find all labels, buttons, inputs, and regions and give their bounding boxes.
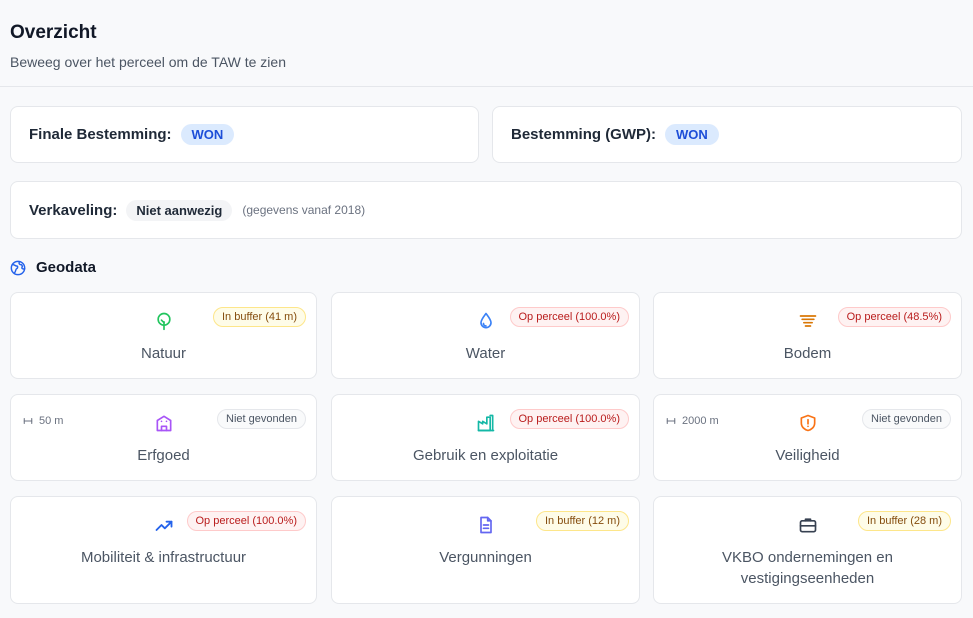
- tile-bodem[interactable]: Op perceel (48.5%) Bodem: [653, 292, 962, 379]
- status-badge: Niet gevonden: [217, 409, 306, 429]
- gwp-bestemming-label: Bestemming (GWP):: [511, 126, 657, 143]
- document-icon: [479, 516, 492, 534]
- tile-vkbo[interactable]: In buffer (28 m) VKBO ondernemingen en v…: [653, 496, 962, 604]
- distance-value: 2000 m: [682, 415, 719, 427]
- overview-header: Overzicht Beweeg over het perceel om de …: [10, 22, 286, 70]
- tile-label: Water: [465, 345, 506, 362]
- status-badge: In buffer (41 m): [213, 307, 306, 327]
- shield-alert-icon: [800, 414, 815, 432]
- tile-erfgoed[interactable]: 50 m Niet gevonden Erfgoed: [10, 394, 317, 481]
- tile-natuur[interactable]: In buffer (41 m) Natuur: [10, 292, 317, 379]
- trending-up-icon: [155, 520, 172, 531]
- distance-value: 50 m: [39, 415, 64, 427]
- distance-indicator: 50 m: [23, 415, 63, 427]
- tile-veiligheid[interactable]: 2000 m Niet gevonden Veiligheid: [653, 394, 962, 481]
- finale-bestemming-badge: WON: [180, 124, 235, 145]
- gwp-bestemming-badge: WON: [665, 124, 719, 145]
- layers-icon: [799, 315, 816, 327]
- tile-label: Erfgoed: [137, 447, 190, 464]
- tile-label: Gebruik en exploitatie: [412, 447, 559, 464]
- page-subtitle: Beweeg over het perceel om de TAW te zie…: [10, 54, 286, 70]
- ruler-icon: [23, 417, 33, 425]
- briefcase-icon: [799, 518, 816, 533]
- factory-icon: [477, 414, 494, 432]
- ruler-icon: [666, 417, 676, 425]
- tile-label: Vergunningen: [439, 549, 532, 566]
- globe-icon: [10, 260, 26, 275]
- status-badge: In buffer (12 m): [536, 511, 629, 531]
- verkaveling-note: (gegevens vanaf 2018): [242, 203, 366, 217]
- status-badge: Niet gevonden: [862, 409, 951, 429]
- tile-gebruik-exploitatie[interactable]: Op perceel (100.0%) Gebruik en exploitat…: [331, 394, 640, 481]
- finale-bestemming-label: Finale Bestemming:: [29, 126, 172, 143]
- status-badge: Op perceel (100.0%): [509, 307, 629, 327]
- status-badge: Op perceel (100.0%): [509, 409, 629, 429]
- finale-bestemming-card: Finale Bestemming: WON: [10, 106, 479, 163]
- geodata-section-header: Geodata: [10, 259, 96, 276]
- gwp-bestemming-card: Bestemming (GWP): WON: [492, 106, 962, 163]
- verkaveling-card: Verkaveling: Niet aanwezig (gegevens van…: [10, 181, 962, 239]
- tile-label: VKBO ondernemingen en vestigingseenheden: [722, 549, 893, 587]
- tile-water[interactable]: Op perceel (100.0%) Water: [331, 292, 640, 379]
- tile-vergunningen[interactable]: In buffer (12 m) Vergunningen: [331, 496, 640, 604]
- status-badge: In buffer (28 m): [858, 511, 951, 531]
- tile-label: Bodem: [783, 345, 832, 362]
- tree-icon: [156, 312, 171, 331]
- tile-label: Natuur: [140, 345, 187, 362]
- page-title: Overzicht: [10, 22, 97, 43]
- status-badge: Op perceel (100.0%): [186, 511, 306, 531]
- header-divider: [0, 86, 973, 87]
- tile-label: Veiligheid: [775, 447, 840, 464]
- tile-mobiliteit[interactable]: Op perceel (100.0%) Mobiliteit & infrast…: [10, 496, 317, 604]
- tile-label: Mobiliteit & infrastructuur: [80, 549, 247, 566]
- geodata-title: Geodata: [36, 259, 97, 276]
- status-badge: Op perceel (48.5%): [837, 307, 951, 327]
- droplet-icon: [479, 312, 492, 329]
- distance-indicator: 2000 m: [666, 415, 719, 427]
- verkaveling-badge: Niet aanwezig: [126, 199, 233, 221]
- verkaveling-label: Verkaveling:: [29, 201, 118, 219]
- building-icon: [156, 415, 171, 432]
